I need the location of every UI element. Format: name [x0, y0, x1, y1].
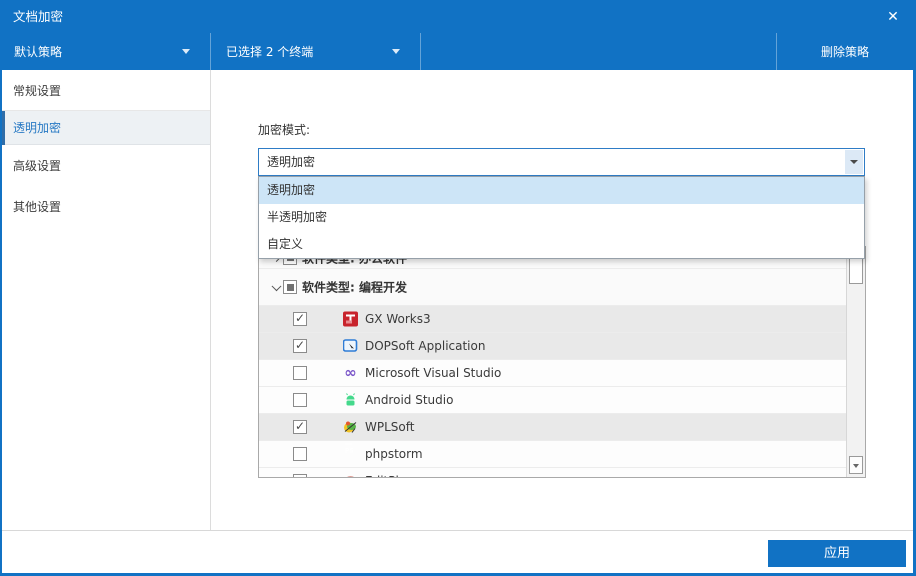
selected-accent-bar [2, 111, 5, 145]
encryption-mode-label: 加密模式: [258, 121, 310, 138]
editplus-icon [343, 474, 358, 479]
main-content: 加密模式: 透明加密 透明加密 半透明加密 自定义 软件类型: 办公软件 软件类 [211, 70, 913, 530]
list-item-wplsoft[interactable]: ✓ WPLSoft [259, 414, 846, 441]
chevron-down-icon [850, 160, 858, 164]
checkbox-checked[interactable]: ✓ [293, 339, 307, 353]
toolbar: 默认策略 已选择 2 个终端 删除策略 [0, 33, 916, 70]
delete-policy-label: 删除策略 [821, 43, 869, 60]
list-item-phpstorm[interactable]: PS phpstorm [259, 441, 846, 468]
group-checkbox[interactable] [283, 280, 297, 294]
scrollbar-thumb[interactable] [849, 258, 863, 284]
checkbox-checked[interactable]: ✓ [293, 420, 307, 434]
title-bar: 文档加密 ✕ [0, 0, 916, 33]
list-item-visual-studio[interactable]: ∞ Microsoft Visual Studio [259, 360, 846, 387]
terminal-selector[interactable]: 已选择 2 个终端 [211, 33, 421, 70]
sidebar-item-advanced-settings[interactable]: 高级设置 [2, 145, 210, 186]
sidebar-item-transparent-encryption[interactable]: 透明加密 [2, 111, 210, 145]
encryption-mode-combobox[interactable]: 透明加密 [258, 148, 865, 176]
list-item-gx-works3[interactable]: ✓ GX Works3 [259, 306, 846, 333]
list-item-android-studio[interactable]: Android Studio [259, 387, 846, 414]
dopsoft-icon [343, 339, 358, 354]
group-row-dev[interactable]: 软件类型: 编程开发 [259, 269, 846, 306]
phpstorm-icon: PS [343, 447, 358, 462]
encryption-mode-dropdown: 透明加密 半透明加密 自定义 [258, 176, 865, 259]
window-border-left [0, 70, 2, 576]
list-item-dopsoft[interactable]: ✓ DOPSoft Application [259, 333, 846, 360]
visual-studio-icon: ∞ [343, 366, 358, 381]
checkbox-unchecked[interactable] [293, 474, 307, 478]
delete-policy-button[interactable]: 删除策略 [776, 33, 913, 70]
settings-sidebar: 常规设置 透明加密 高级设置 其他设置 [2, 70, 211, 530]
software-list: 软件类型: 办公软件 软件类型: 编程开发 ✓ GX Works3 ✓ DOP [258, 246, 866, 478]
gx-works3-icon [343, 312, 358, 327]
combobox-dropdown-button[interactable] [845, 150, 863, 174]
indeterminate-mark [287, 284, 294, 291]
sidebar-item-general-settings[interactable]: 常规设置 [2, 70, 210, 111]
sidebar-item-other-settings[interactable]: 其他设置 [2, 186, 210, 227]
chevron-down-icon[interactable] [272, 281, 282, 291]
checkbox-unchecked[interactable] [293, 447, 307, 461]
apply-button[interactable]: 应用 [768, 540, 906, 567]
footer: 应用 [2, 530, 913, 573]
android-studio-icon [343, 393, 358, 408]
dropdown-option-semitransparent[interactable]: 半透明加密 [259, 204, 864, 231]
wplsoft-icon [343, 420, 358, 435]
chevron-down-icon [182, 49, 190, 54]
checkbox-unchecked[interactable] [293, 393, 307, 407]
document-encryption-window: 文档加密 ✕ 默认策略 已选择 2 个终端 删除策略 常规设置 透明加密 高级设… [0, 0, 916, 576]
dropdown-option-custom[interactable]: 自定义 [259, 231, 864, 258]
terminal-selector-label: 已选择 2 个终端 [226, 43, 313, 60]
chevron-down-icon [853, 464, 859, 468]
chevron-down-icon [392, 49, 400, 54]
policy-selector[interactable]: 默认策略 [0, 33, 211, 70]
checkbox-unchecked[interactable] [293, 366, 307, 380]
scrollbar-down-button[interactable] [849, 456, 863, 474]
close-icon[interactable]: ✕ [882, 7, 904, 27]
checkbox-checked[interactable]: ✓ [293, 312, 307, 326]
window-title: 文档加密 [13, 0, 63, 33]
list-item-editplus[interactable]: EditPlus [259, 468, 846, 478]
combobox-value: 透明加密 [267, 149, 315, 175]
list-scrollbar[interactable] [846, 247, 865, 477]
policy-selector-label: 默认策略 [14, 43, 62, 60]
dropdown-option-transparent[interactable]: 透明加密 [259, 177, 864, 204]
